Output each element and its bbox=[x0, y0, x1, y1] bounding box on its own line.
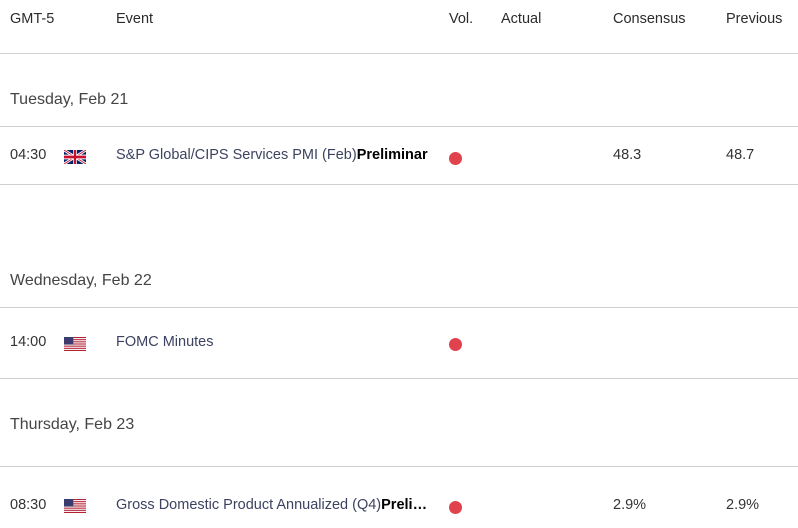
previous-value: 2.9% bbox=[726, 497, 760, 513]
high-volatility-icon bbox=[449, 152, 462, 165]
event-title-suffix: Preliminar bbox=[356, 147, 428, 163]
event-row[interactable]: 08:30 Gross Domestic Product Annualized … bbox=[0, 467, 798, 524]
table-header: GMT-5 Event Vol. Actual Consensus Previo… bbox=[0, 0, 798, 54]
day-header: Wednesday, Feb 22 bbox=[0, 235, 798, 308]
event-row[interactable]: 14:00 FOMC Minutes bbox=[0, 308, 798, 379]
consensus-value: 48.3 bbox=[613, 147, 642, 163]
us-flag-icon bbox=[64, 499, 86, 513]
event-title[interactable]: S&P Global/CIPS Services PMI (Feb)Prelim… bbox=[116, 147, 428, 163]
day-header: Tuesday, Feb 21 bbox=[0, 54, 798, 127]
high-volatility-icon bbox=[449, 338, 462, 351]
col-actual: Actual bbox=[501, 11, 542, 27]
event-time: 04:30 bbox=[10, 147, 47, 163]
col-consensus: Consensus bbox=[613, 11, 686, 27]
day-label: Thursday, Feb 23 bbox=[10, 416, 135, 433]
event-title[interactable]: Gross Domestic Product Annualized (Q4)Pr… bbox=[116, 497, 427, 513]
high-volatility-icon bbox=[449, 501, 462, 514]
day-label: Tuesday, Feb 21 bbox=[10, 91, 129, 108]
event-title-text: S&P Global/CIPS Services PMI (Feb) bbox=[116, 147, 357, 163]
event-title[interactable]: FOMC Minutes bbox=[116, 334, 214, 350]
event-title-text: Gross Domestic Product Annualized (Q4) bbox=[116, 497, 382, 513]
col-previous: Previous bbox=[726, 11, 783, 27]
event-row[interactable]: 04:30 S&P Global/CIPS Services PMI (Feb)… bbox=[0, 127, 798, 185]
col-timezone: GMT-5 bbox=[10, 11, 55, 27]
uk-flag-icon bbox=[64, 150, 86, 164]
event-title-suffix: Preli… bbox=[381, 497, 428, 513]
previous-value: 48.7 bbox=[726, 147, 755, 163]
consensus-value: 2.9% bbox=[613, 497, 647, 513]
us-flag-icon bbox=[64, 337, 86, 351]
col-event: Event bbox=[116, 11, 154, 27]
day-header: Thursday, Feb 23 bbox=[0, 379, 798, 467]
day-label: Wednesday, Feb 22 bbox=[10, 272, 152, 289]
event-time: 08:30 bbox=[10, 497, 47, 513]
col-vol: Vol. bbox=[449, 11, 474, 27]
event-time: 14:00 bbox=[10, 334, 47, 350]
